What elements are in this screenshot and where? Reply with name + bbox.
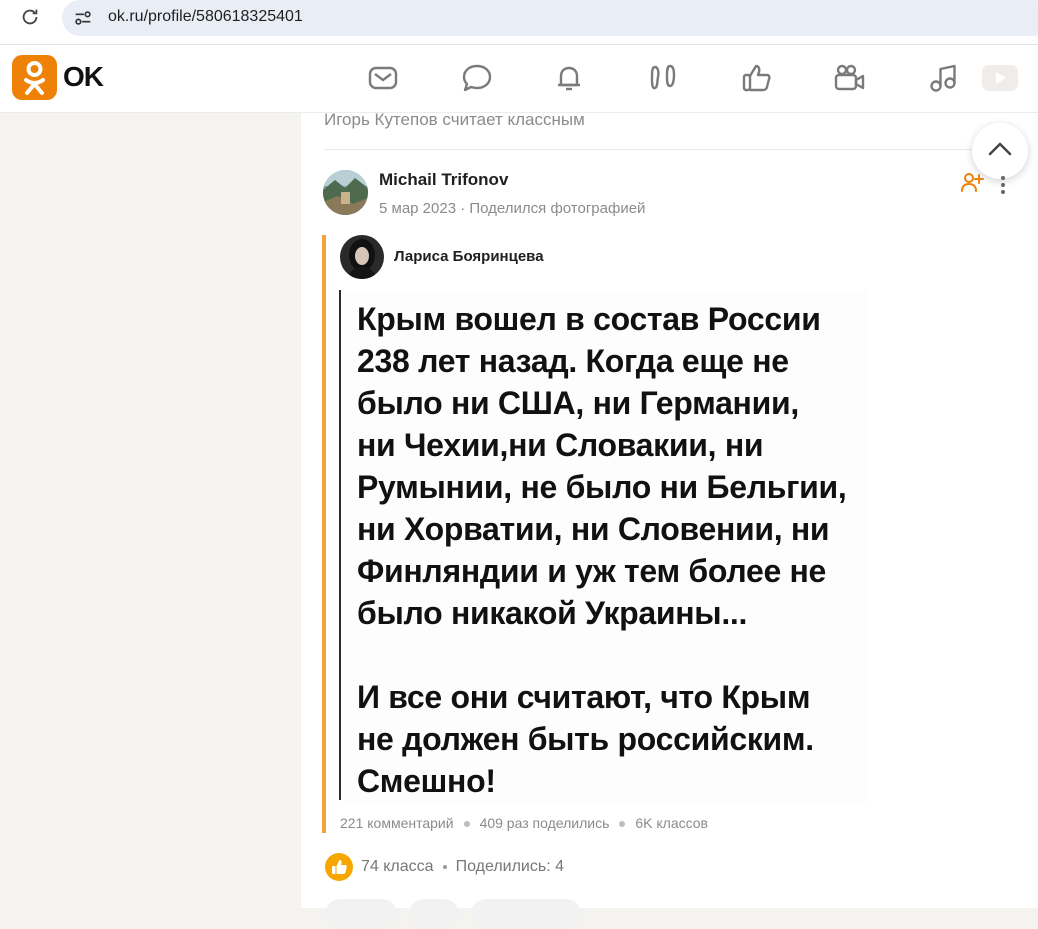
- post-likes-count[interactable]: 74 класса: [361, 858, 434, 875]
- url-text[interactable]: ok.ru/profile/580618325401: [108, 8, 303, 26]
- video-play-icon[interactable]: [982, 65, 1018, 91]
- likes-count[interactable]: 6K классов: [635, 815, 708, 831]
- more-options-icon[interactable]: [997, 173, 1009, 197]
- comment-button[interactable]: [325, 899, 397, 929]
- browser-toolbar: ok.ru/profile/580618325401: [0, 0, 1038, 45]
- site-header: OK: [0, 45, 1038, 113]
- liked-by-text[interactable]: Игорь Кутепов считает классным: [324, 110, 585, 130]
- image-left-line: [339, 290, 341, 800]
- chevron-up-icon: [988, 142, 1012, 156]
- repost-avatar[interactable]: [340, 235, 384, 279]
- share-button[interactable]: [409, 899, 459, 929]
- post-author[interactable]: Michail Trifonov: [379, 170, 508, 190]
- separator-dot: [619, 821, 626, 828]
- separator-dot: [442, 864, 447, 869]
- feed: Игорь Кутепов считает классным Michail T…: [301, 110, 1038, 929]
- left-sidebar: [0, 113, 301, 908]
- like-thumb-icon[interactable]: [740, 61, 774, 95]
- repost-stats: 221 комментарий 409 раз поделились 6K клас…: [340, 815, 708, 831]
- post-image-text: Крым вошел в состав России 238 лет назад…: [357, 301, 847, 799]
- logo-wordmark[interactable]: OK: [63, 61, 104, 93]
- bell-icon[interactable]: [552, 61, 586, 95]
- comments-count[interactable]: 221 комментарий: [340, 815, 454, 831]
- chat-icon[interactable]: [460, 61, 494, 95]
- post-meta: 5 мар 2023 · Поделился фотографией: [379, 200, 646, 217]
- ok-logo-icon[interactable]: [12, 55, 57, 100]
- repost-quote-bar: [322, 235, 326, 833]
- video-camera-icon[interactable]: [832, 61, 866, 95]
- music-note-icon[interactable]: [926, 61, 960, 95]
- reload-icon[interactable]: [19, 6, 41, 28]
- like-button[interactable]: [471, 899, 581, 929]
- separator-dot: [463, 821, 470, 828]
- like-icon[interactable]: [325, 853, 353, 881]
- post-shares-count[interactable]: Поделились: 4: [456, 858, 564, 875]
- add-friend-icon[interactable]: [960, 170, 984, 194]
- address-bar[interactable]: ok.ru/profile/580618325401: [62, 0, 1038, 36]
- mail-icon[interactable]: [366, 61, 400, 95]
- site-info-icon[interactable]: [72, 7, 94, 29]
- repost-author[interactable]: Лариса Бояринцева: [394, 248, 544, 265]
- post-footer: 74 класса Поделились: 4: [361, 858, 564, 876]
- shares-count[interactable]: 409 раз поделились: [480, 815, 610, 831]
- post-image[interactable]: Крым вошел в состав России 238 лет назад…: [339, 290, 869, 802]
- avatar[interactable]: [323, 170, 368, 215]
- guests-footprints-icon[interactable]: [646, 61, 680, 95]
- divider: [324, 149, 1024, 150]
